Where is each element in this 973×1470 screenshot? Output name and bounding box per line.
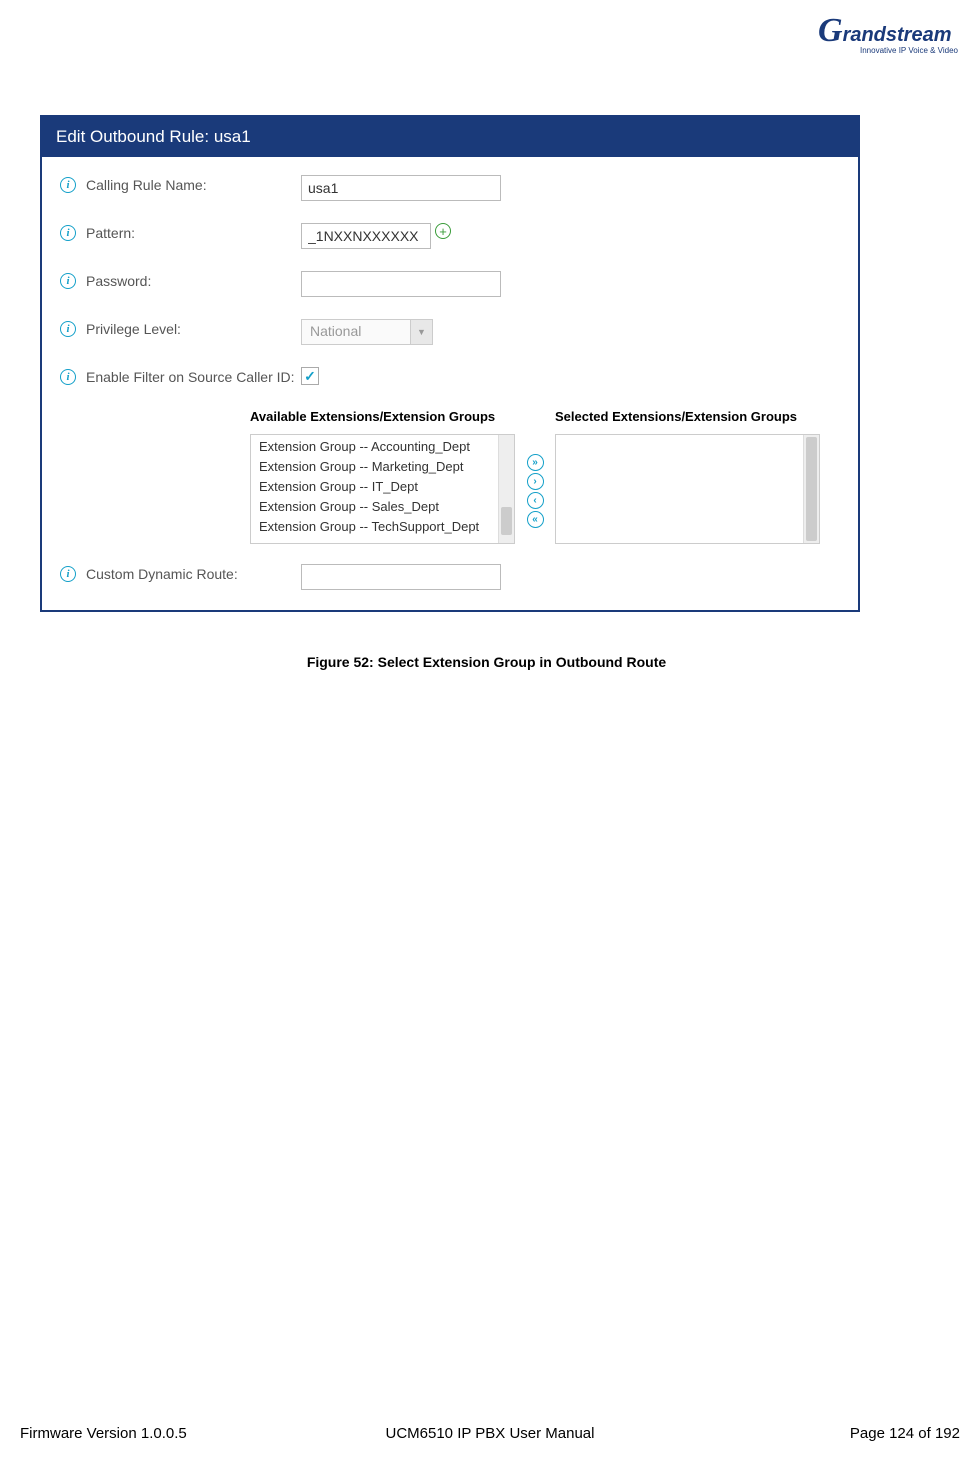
brand-logo: Grandstream Innovative IP Voice & Video (818, 12, 958, 64)
enable-filter-checkbox[interactable]: ✓ (301, 367, 319, 385)
label-privilege-level: Privilege Level: (86, 319, 301, 339)
dialog-title: Edit Outbound Rule: usa1 (42, 117, 858, 157)
list-item[interactable]: Extension Group -- TechSupport_Dept (251, 517, 514, 537)
row-calling-rule-name: i Calling Rule Name: (50, 175, 850, 201)
custom-dynamic-route-input[interactable] (301, 564, 501, 590)
info-icon[interactable]: i (60, 566, 76, 582)
available-items: Extension Group -- Accounting_Dept Exten… (251, 435, 514, 543)
scroll-thumb[interactable] (501, 507, 512, 535)
edit-outbound-rule-dialog: Edit Outbound Rule: usa1 i Calling Rule … (40, 115, 860, 612)
info-icon[interactable]: i (60, 369, 76, 385)
label-calling-rule-name: Calling Rule Name: (86, 175, 301, 195)
selected-items (556, 435, 819, 543)
move-left-icon[interactable]: ‹ (527, 492, 544, 509)
transfer-buttons: » › ‹ « (515, 409, 555, 544)
footer-page: Page 124 of 192 (647, 1425, 960, 1442)
add-pattern-icon[interactable]: + (435, 223, 451, 239)
footer-title: UCM6510 IP PBX User Manual (333, 1425, 646, 1442)
scroll-thumb[interactable] (806, 437, 817, 541)
label-pattern: Pattern: (86, 223, 301, 243)
scrollbar[interactable] (803, 435, 819, 543)
footer-version: Firmware Version 1.0.0.5 (20, 1425, 333, 1442)
row-privilege-level: i Privilege Level: National ▼ (50, 319, 850, 345)
label-custom-dynamic-route: Custom Dynamic Route: (86, 564, 301, 584)
info-icon[interactable]: i (60, 321, 76, 337)
label-enable-filter: Enable Filter on Source Caller ID: (86, 367, 301, 387)
list-item[interactable]: Extension Group -- Marketing_Dept (251, 457, 514, 477)
info-icon[interactable]: i (60, 225, 76, 241)
list-item[interactable]: Extension Group -- IT_Dept (251, 477, 514, 497)
selected-listbox[interactable] (555, 434, 820, 544)
figure-caption: Figure 52: Select Extension Group in Out… (0, 654, 973, 670)
available-column: Available Extensions/Extension Groups Ex… (250, 409, 515, 544)
privilege-level-select[interactable]: National ▼ (301, 319, 433, 345)
available-listbox[interactable]: Extension Group -- Accounting_Dept Exten… (250, 434, 515, 544)
list-item[interactable]: Extension Group -- Sales_Dept (251, 497, 514, 517)
logo-g: G (818, 12, 843, 50)
move-all-left-icon[interactable]: « (527, 511, 544, 528)
available-header: Available Extensions/Extension Groups (250, 409, 515, 424)
move-right-icon[interactable]: › (527, 473, 544, 490)
calling-rule-name-input[interactable] (301, 175, 501, 201)
pattern-input[interactable] (301, 223, 431, 249)
list-item[interactable]: Extension Group -- Accounting_Dept (251, 437, 514, 457)
dialog-body: i Calling Rule Name: i Pattern: + i Pass… (42, 157, 858, 610)
privilege-level-value: National (302, 320, 410, 344)
page-footer: Firmware Version 1.0.0.5 UCM6510 IP PBX … (20, 1425, 960, 1442)
selected-header: Selected Extensions/Extension Groups (555, 409, 820, 424)
row-custom-dynamic-route: i Custom Dynamic Route: (50, 564, 850, 590)
logo-text: randstream (843, 24, 952, 46)
password-input[interactable] (301, 271, 501, 297)
label-password: Password: (86, 271, 301, 291)
info-icon[interactable]: i (60, 273, 76, 289)
move-all-right-icon[interactable]: » (527, 454, 544, 471)
info-icon[interactable]: i (60, 177, 76, 193)
scrollbar[interactable] (498, 435, 514, 543)
row-enable-filter: i Enable Filter on Source Caller ID: ✓ (50, 367, 850, 387)
extension-dual-list: Available Extensions/Extension Groups Ex… (250, 409, 850, 544)
row-password: i Password: (50, 271, 850, 297)
chevron-down-icon: ▼ (410, 320, 432, 344)
selected-column: Selected Extensions/Extension Groups (555, 409, 820, 544)
row-pattern: i Pattern: + (50, 223, 850, 249)
